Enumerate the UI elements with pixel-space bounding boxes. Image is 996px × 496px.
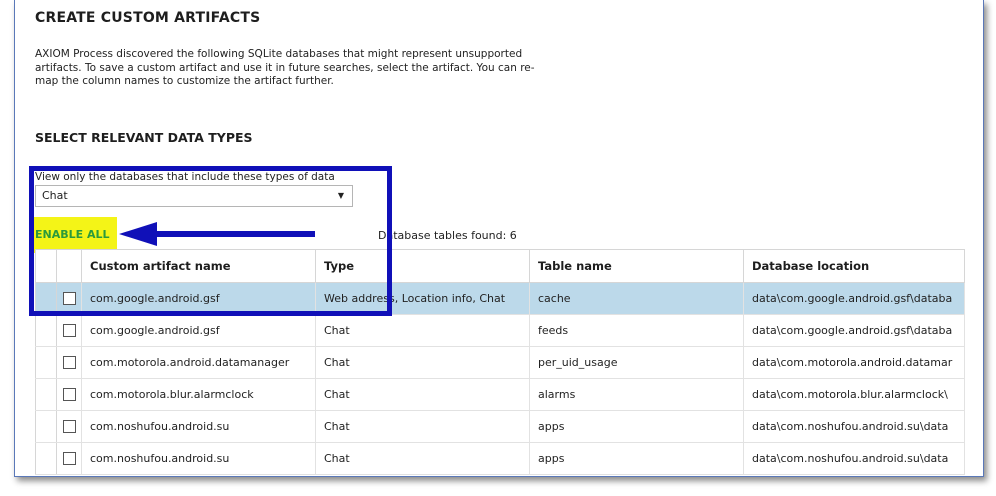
type-cell: Chat [315,442,530,475]
row-checkbox[interactable] [62,388,76,402]
table-name-cell: cache [529,282,744,315]
type-cell: Chat [315,410,530,443]
type-cell: Chat [315,314,530,347]
enable-all-button[interactable]: ENABLE ALL [29,217,117,253]
artifact-name-cell: com.noshufou.android.su [81,442,316,475]
custom-artifacts-panel: CREATE CUSTOM ARTIFACTS AXIOM Process di… [14,0,984,477]
row-checkbox[interactable] [62,420,76,434]
column-header-type[interactable]: Type [315,249,530,283]
table-name-cell: apps [529,442,744,475]
row-checkbox[interactable] [62,452,76,466]
column-header-table-name[interactable]: Table name [529,249,744,283]
row-header-cell [35,249,57,283]
dropdown-value: Chat [42,189,68,202]
table-row[interactable]: com.noshufou.android.su Chat apps data\c… [35,410,965,443]
select-header-cell [56,249,82,283]
section-title: SELECT RELEVANT DATA TYPES [35,130,253,145]
row-checkbox[interactable] [62,292,76,306]
row-checkbox[interactable] [62,324,76,338]
artifact-name-cell: com.google.android.gsf [81,282,316,315]
data-type-dropdown[interactable]: Chat ▼ [35,185,353,207]
table-row[interactable]: com.motorola.android.datamanager Chat pe… [35,346,965,379]
type-cell: Web address, Location info, Chat [315,282,530,315]
table-row[interactable]: com.google.android.gsf Web address, Loca… [35,282,965,315]
filter-label: View only the databases that include the… [35,171,335,183]
chevron-down-icon: ▼ [337,191,344,200]
database-location-cell: data\com.google.android.gsf\databa [743,282,965,315]
description-text: AXIOM Process discovered the following S… [35,48,535,87]
table-header-row: Custom artifact name Type Table name Dat… [35,249,965,283]
database-location-cell: data\com.motorola.android.datamar [743,346,965,379]
artifacts-table: Custom artifact name Type Table name Dat… [35,249,965,475]
row-checkbox[interactable] [62,356,76,370]
database-location-cell: data\com.motorola.blur.alarmclock\ [743,378,965,411]
type-cell: Chat [315,346,530,379]
database-location-cell: data\com.google.android.gsf\databa [743,314,965,347]
column-header-name[interactable]: Custom artifact name [81,249,316,283]
table-name-cell: feeds [529,314,744,347]
artifact-name-cell: com.motorola.android.datamanager [81,346,316,379]
table-row[interactable]: com.motorola.blur.alarmclock Chat alarms… [35,378,965,411]
database-location-cell: data\com.noshufou.android.su\data [743,442,965,475]
database-location-cell: data\com.noshufou.android.su\data [743,410,965,443]
table-row[interactable]: com.noshufou.android.su Chat apps data\c… [35,442,965,475]
table-name-cell: alarms [529,378,744,411]
arrow-left-icon [119,222,315,246]
table-name-cell: apps [529,410,744,443]
artifact-name-cell: com.google.android.gsf [81,314,316,347]
table-row[interactable]: com.google.android.gsf Chat feeds data\c… [35,314,965,347]
table-name-cell: per_uid_usage [529,346,744,379]
tables-found-count: Database tables found: 6 [378,229,517,242]
column-header-database-location[interactable]: Database location [743,249,965,283]
artifact-name-cell: com.noshufou.android.su [81,410,316,443]
page-title: CREATE CUSTOM ARTIFACTS [35,10,261,26]
artifact-name-cell: com.motorola.blur.alarmclock [81,378,316,411]
type-cell: Chat [315,378,530,411]
